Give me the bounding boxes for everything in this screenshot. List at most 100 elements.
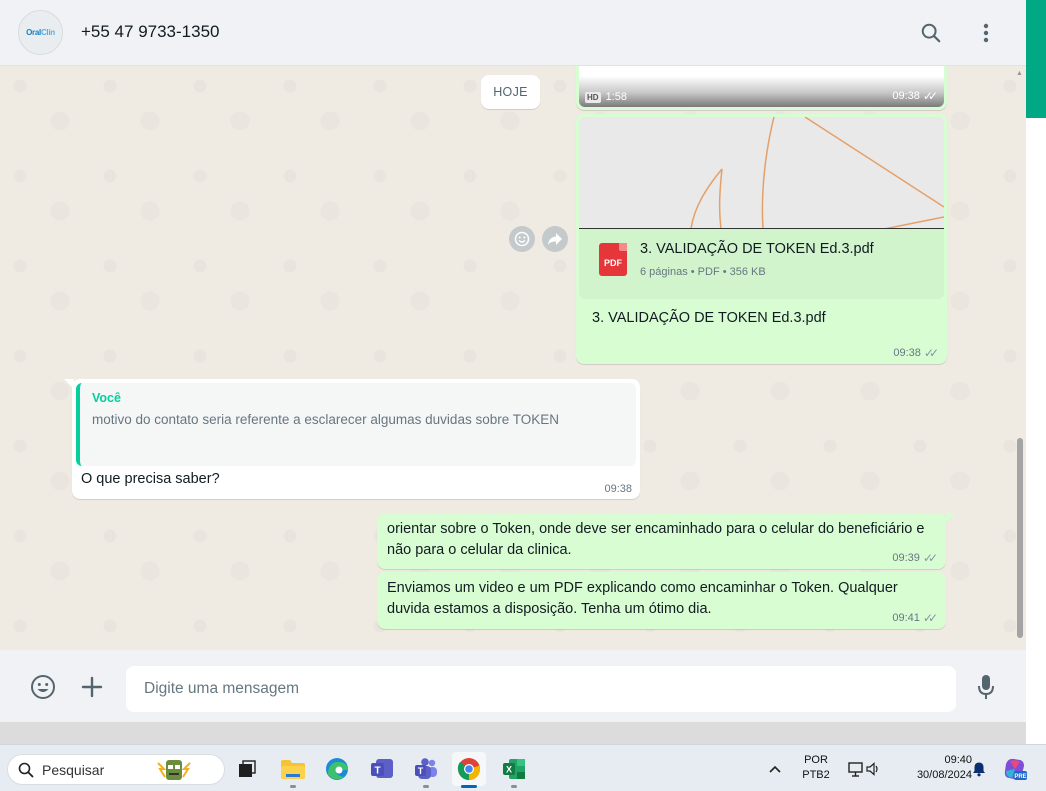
teams-new-icon: T <box>415 758 437 779</box>
plus-icon <box>81 676 103 698</box>
svg-text:X: X <box>506 765 512 775</box>
taskbar-search[interactable]: Pesquisar <box>7 754 225 785</box>
emoji-icon <box>31 675 55 699</box>
document-details: 6 páginas • PDF • 356 KB <box>640 266 766 278</box>
kebab-menu-icon <box>983 23 989 43</box>
accent-bar <box>1026 0 1046 118</box>
video-duration-text: 1:58 <box>605 91 627 103</box>
message-text: Enviamos um video e um PDF explicando co… <box>387 580 898 617</box>
running-indicator <box>511 785 517 788</box>
taskbar-excel[interactable]: X <box>497 752 531 788</box>
whatsapp-window: OralClin +55 47 9733-1350 HOJE HD 1:58 0… <box>0 0 1026 722</box>
teams-icon: T <box>371 759 393 778</box>
microphone-icon <box>978 675 994 699</box>
message-meta: 09:38 <box>604 483 632 495</box>
document-caption: 3. VALIDAÇÃO DE TOKEN Ed.3.pdf <box>592 310 826 326</box>
message-time: 09:38 <box>604 483 632 495</box>
taskbar-chrome[interactable] <box>452 752 486 788</box>
document-preview[interactable] <box>579 117 944 229</box>
quoted-message[interactable]: Você motivo do contato seria referente a… <box>76 383 636 466</box>
bubble-tail <box>946 513 956 523</box>
language-code: POR <box>804 754 828 766</box>
contact-name[interactable]: +55 47 9733-1350 <box>81 22 220 42</box>
read-ticks-icon: ✓✓ <box>922 89 938 103</box>
copilot-badge: PRE <box>1014 774 1026 780</box>
contact-avatar[interactable]: OralClin <box>18 10 63 55</box>
edge-browser-icon <box>326 758 348 780</box>
excel-icon: X <box>503 759 525 779</box>
outgoing-message[interactable]: Enviamos um video e um PDF explicando co… <box>377 572 946 629</box>
document-info[interactable]: PDF 3. VALIDAÇÃO DE TOKEN Ed.3.pdf 6 pág… <box>579 229 944 299</box>
document-message[interactable]: PDF 3. VALIDAÇÃO DE TOKEN Ed.3.pdf 6 pág… <box>576 114 947 364</box>
search-icon <box>921 23 941 43</box>
message-time: 09:38 <box>892 90 920 102</box>
svg-text:T: T <box>374 766 380 777</box>
notifications-button[interactable] <box>966 752 992 786</box>
day-separator: HOJE <box>481 75 540 109</box>
bell-icon <box>973 762 985 777</box>
video-thumbnail[interactable]: HD 1:58 09:38 ✓✓ <box>579 66 944 107</box>
clock[interactable]: 09:40 30/08/2024 <box>894 753 972 783</box>
svg-text:T: T <box>418 766 424 776</box>
forward-button[interactable] <box>542 226 568 252</box>
folder-icon <box>281 760 305 779</box>
message-list[interactable]: HOJE HD 1:58 09:38 ✓✓ PDF 3. VALIDAÇÃO D… <box>0 66 1026 650</box>
running-indicator <box>290 785 296 788</box>
running-indicator <box>461 785 477 788</box>
keyboard-layout: PTB2 <box>802 769 830 781</box>
read-ticks-icon: ✓✓ <box>922 551 938 565</box>
message-time: 09:41 <box>892 612 920 624</box>
search-highlight-icon <box>157 759 191 780</box>
pdf-icon-label: PDF <box>604 258 622 268</box>
message-text: O que precisa saber? <box>81 471 220 487</box>
message-input[interactable] <box>126 666 956 712</box>
message-time: 09:39 <box>892 552 920 564</box>
side-panel-edge <box>1026 0 1046 744</box>
taskbar-file-explorer[interactable] <box>276 752 310 788</box>
voice-message-button[interactable] <box>971 672 1001 702</box>
message-text: orientar sobre o Token, onde deve ser en… <box>387 521 925 558</box>
avatar-logo: OralClin <box>26 28 55 37</box>
taskbar-teams-classic[interactable]: T <box>365 752 399 786</box>
scrollbar-thumb[interactable] <box>1017 438 1023 638</box>
search-button[interactable] <box>915 17 947 49</box>
emoji-icon <box>514 231 530 247</box>
menu-button[interactable] <box>970 17 1002 49</box>
outgoing-message[interactable]: orientar sobre o Token, onde deve ser en… <box>377 513 946 569</box>
video-message[interactable]: HD 1:58 09:38 ✓✓ <box>576 66 947 110</box>
message-composer <box>0 650 1026 722</box>
copilot-button[interactable]: PRE <box>998 752 1032 786</box>
quote-author: Você <box>92 391 121 405</box>
clock-date: 30/08/2024 <box>916 769 972 781</box>
video-duration: HD 1:58 <box>585 91 627 103</box>
windows-taskbar: Pesquisar T T X POR PTB2 09:40 30/08/202… <box>0 744 1046 791</box>
task-view-icon <box>239 760 256 777</box>
react-button[interactable] <box>509 226 535 252</box>
document-name: 3. VALIDAÇÃO DE TOKEN Ed.3.pdf <box>640 241 874 257</box>
emoji-button[interactable] <box>28 672 58 702</box>
search-icon <box>18 762 34 777</box>
clock-time: 09:40 <box>944 754 972 766</box>
network-volume-button[interactable] <box>840 752 888 786</box>
message-meta: 09:39 ✓✓ <box>892 551 938 565</box>
read-ticks-icon: ✓✓ <box>922 611 938 625</box>
network-icon <box>848 762 863 777</box>
tray-overflow-button[interactable] <box>760 752 790 786</box>
message-meta: 09:41 ✓✓ <box>892 611 938 625</box>
taskbar-edge[interactable] <box>320 752 354 786</box>
quote-text: motivo do contato seria referente a escl… <box>92 412 559 427</box>
read-ticks-icon: ✓✓ <box>923 346 939 360</box>
message-meta: 09:38 ✓✓ <box>893 346 939 360</box>
running-indicator <box>423 785 429 788</box>
taskbar-teams[interactable]: T <box>409 752 443 788</box>
taskbar-search-label: Pesquisar <box>42 761 105 778</box>
task-view-button[interactable] <box>230 752 264 786</box>
chat-scrollbar[interactable]: ▲ <box>1016 66 1024 650</box>
incoming-reply-message[interactable]: Você motivo do contato seria referente a… <box>72 379 640 499</box>
scroll-up-arrow-icon[interactable]: ▲ <box>1016 70 1023 77</box>
chat-header: OralClin +55 47 9733-1350 <box>0 0 1026 66</box>
message-time: 09:38 <box>893 347 921 359</box>
attach-button[interactable] <box>77 672 107 702</box>
chevron-up-icon <box>769 765 781 773</box>
input-language-indicator[interactable]: POR PTB2 <box>797 753 835 783</box>
